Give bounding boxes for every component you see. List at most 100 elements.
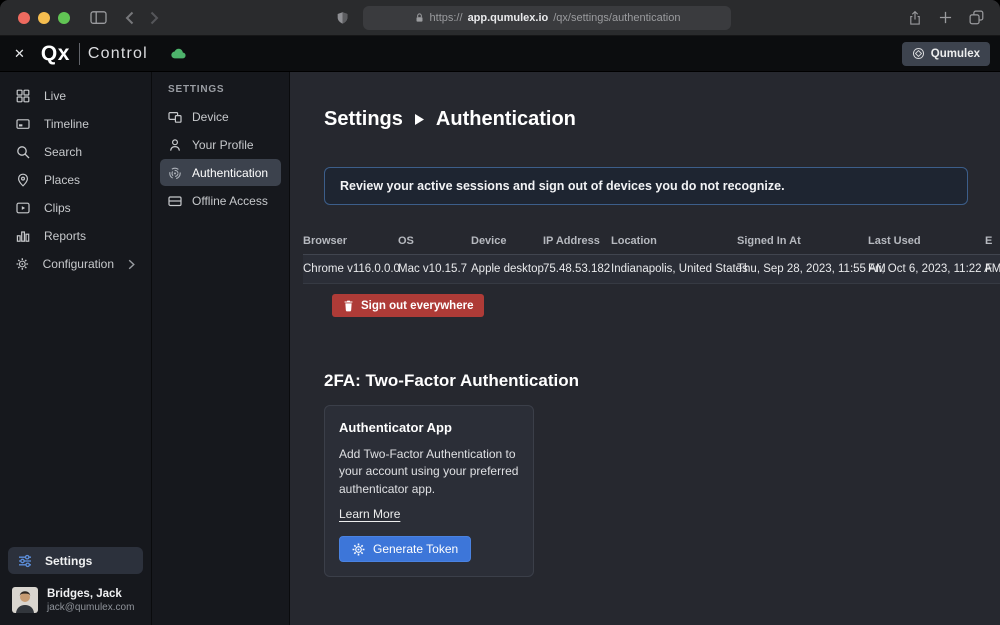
cell-os: Mac v10.15.7 bbox=[398, 263, 471, 275]
privacy-shield-icon[interactable] bbox=[336, 11, 349, 25]
address-bar[interactable]: https://app.qumulex.io/qx/settings/authe… bbox=[363, 6, 731, 30]
col-location: Location bbox=[611, 235, 737, 247]
generate-token-label: Generate Token bbox=[373, 542, 458, 556]
authenticator-app-card: Authenticator App Add Two-Factor Authent… bbox=[324, 405, 534, 577]
card-body-text: Add Two-Factor Authentication to your ac… bbox=[339, 446, 519, 498]
back-icon[interactable] bbox=[125, 11, 134, 25]
sidebar-item-search[interactable]: Search bbox=[8, 138, 143, 166]
settings-nav-item-device[interactable]: Device bbox=[160, 103, 281, 130]
cloud-status-icon bbox=[170, 47, 187, 60]
sidebar-item-label: Clips bbox=[44, 201, 71, 215]
map-pin-icon bbox=[16, 173, 30, 187]
sidebar-settings-label: Settings bbox=[45, 554, 92, 568]
cell-ip-address: 75.48.53.182 bbox=[543, 263, 611, 275]
sidebar-item-places[interactable]: Places bbox=[8, 166, 143, 194]
sidebar-item-live[interactable]: Live bbox=[8, 82, 143, 110]
settings-nav-label: Your Profile bbox=[192, 138, 254, 152]
breadcrumb: Settings Authentication bbox=[324, 108, 1000, 131]
minimize-window-button[interactable] bbox=[38, 12, 50, 24]
main-sidebar: Live Timeline Search Places Clips Report… bbox=[0, 72, 152, 625]
sidebar-toggle-icon[interactable] bbox=[90, 10, 107, 25]
cell-clipped: F bbox=[985, 263, 1000, 275]
cell-location: Indianapolis, United States bbox=[611, 263, 737, 275]
sidebar-item-settings[interactable]: Settings bbox=[8, 547, 143, 574]
settings-nav: SETTINGS Device Your Profile Authenticat… bbox=[152, 72, 290, 625]
col-os: OS bbox=[398, 235, 471, 247]
org-switcher-label: Qumulex bbox=[931, 48, 980, 60]
sidebar-item-label: Reports bbox=[44, 229, 86, 243]
app-logo-product: Control bbox=[88, 45, 148, 63]
cell-last-used: Fri, Oct 6, 2023, 11:22 AM bbox=[868, 263, 985, 275]
compass-icon bbox=[912, 47, 925, 60]
close-window-button[interactable] bbox=[18, 12, 30, 24]
col-device: Device bbox=[471, 235, 543, 247]
search-icon bbox=[16, 145, 30, 159]
person-icon bbox=[168, 138, 182, 152]
clips-play-icon bbox=[16, 201, 30, 215]
gear-icon bbox=[16, 257, 29, 271]
tab-overview-icon[interactable] bbox=[969, 10, 984, 25]
card-icon bbox=[168, 194, 182, 208]
generate-token-button[interactable]: Generate Token bbox=[339, 536, 471, 562]
sidebar-item-timeline[interactable]: Timeline bbox=[8, 110, 143, 138]
settings-nav-label: Offline Access bbox=[192, 194, 268, 208]
sidebar-item-configuration[interactable]: Configuration bbox=[8, 250, 143, 278]
sign-out-everywhere-button[interactable]: Sign out everywhere bbox=[332, 294, 484, 317]
twofa-heading: 2FA: Two-Factor Authentication bbox=[324, 371, 1000, 391]
user-profile[interactable]: Bridges, Jack jack@qumulex.com bbox=[12, 587, 143, 613]
main-content: Settings Authentication Review your acti… bbox=[290, 72, 1000, 625]
app-close-icon[interactable]: ✕ bbox=[14, 46, 25, 62]
grid-icon bbox=[16, 89, 30, 103]
sessions-alert: Review your active sessions and sign out… bbox=[324, 167, 968, 205]
col-clipped: E bbox=[985, 235, 1000, 247]
cell-browser: Chrome v116.0.0.0 bbox=[303, 263, 398, 275]
sidebar-item-label: Live bbox=[44, 89, 66, 103]
sidebar-item-reports[interactable]: Reports bbox=[8, 222, 143, 250]
settings-nav-label: Device bbox=[192, 110, 229, 124]
sidebar-item-label: Places bbox=[44, 173, 80, 187]
lock-icon bbox=[414, 12, 425, 24]
app-header: ✕ Qx Control Qumulex bbox=[0, 36, 1000, 72]
org-switcher-button[interactable]: Qumulex bbox=[902, 42, 990, 66]
devices-icon bbox=[168, 110, 182, 124]
settings-nav-item-offline-access[interactable]: Offline Access bbox=[160, 187, 281, 214]
traffic-lights bbox=[18, 12, 70, 24]
new-tab-icon[interactable] bbox=[939, 11, 952, 24]
breadcrumb-parent: Settings bbox=[324, 108, 403, 131]
settings-nav-item-your-profile[interactable]: Your Profile bbox=[160, 131, 281, 158]
share-icon[interactable] bbox=[908, 10, 922, 26]
sessions-table: Browser OS Device IP Address Location Si… bbox=[303, 235, 1000, 284]
sidebar-item-clips[interactable]: Clips bbox=[8, 194, 143, 222]
timeline-icon bbox=[16, 117, 30, 131]
settings-nav-label: Authentication bbox=[192, 166, 268, 180]
cell-signed-in-at: Thu, Sep 28, 2023, 11:55 AM bbox=[737, 263, 868, 275]
col-signed-in-at: Signed In At bbox=[737, 235, 868, 247]
breadcrumb-current: Authentication bbox=[436, 108, 576, 131]
token-gear-icon bbox=[352, 543, 365, 556]
sessions-table-header: Browser OS Device IP Address Location Si… bbox=[303, 235, 1000, 255]
table-row[interactable]: Chrome v116.0.0.0 Mac v10.15.7 Apple des… bbox=[303, 255, 1000, 284]
forward-icon[interactable] bbox=[150, 11, 159, 25]
avatar bbox=[12, 587, 38, 613]
cell-device: Apple desktop bbox=[471, 263, 543, 275]
sliders-icon bbox=[18, 554, 32, 568]
learn-more-link[interactable]: Learn More bbox=[339, 507, 400, 521]
card-title: Authenticator App bbox=[339, 420, 519, 435]
sidebar-item-label: Timeline bbox=[44, 117, 89, 131]
bar-chart-icon bbox=[16, 229, 30, 243]
browser-chrome: https://app.qumulex.io/qx/settings/authe… bbox=[0, 0, 1000, 36]
url-domain: app.qumulex.io bbox=[468, 12, 549, 24]
col-browser: Browser bbox=[303, 235, 398, 247]
app-logo: Qx bbox=[41, 42, 70, 66]
user-name: Bridges, Jack bbox=[47, 588, 134, 600]
sign-out-everywhere-label: Sign out everywhere bbox=[361, 300, 473, 312]
settings-nav-item-authentication[interactable]: Authentication bbox=[160, 159, 281, 186]
settings-nav-title: SETTINGS bbox=[160, 84, 281, 95]
sidebar-item-label: Search bbox=[44, 145, 82, 159]
breadcrumb-arrow-icon bbox=[415, 114, 424, 125]
col-last-used: Last Used bbox=[868, 235, 985, 247]
sessions-alert-text: Review your active sessions and sign out… bbox=[340, 179, 785, 193]
fingerprint-icon bbox=[168, 166, 182, 180]
browser-window: https://app.qumulex.io/qx/settings/authe… bbox=[0, 0, 1000, 625]
zoom-window-button[interactable] bbox=[58, 12, 70, 24]
